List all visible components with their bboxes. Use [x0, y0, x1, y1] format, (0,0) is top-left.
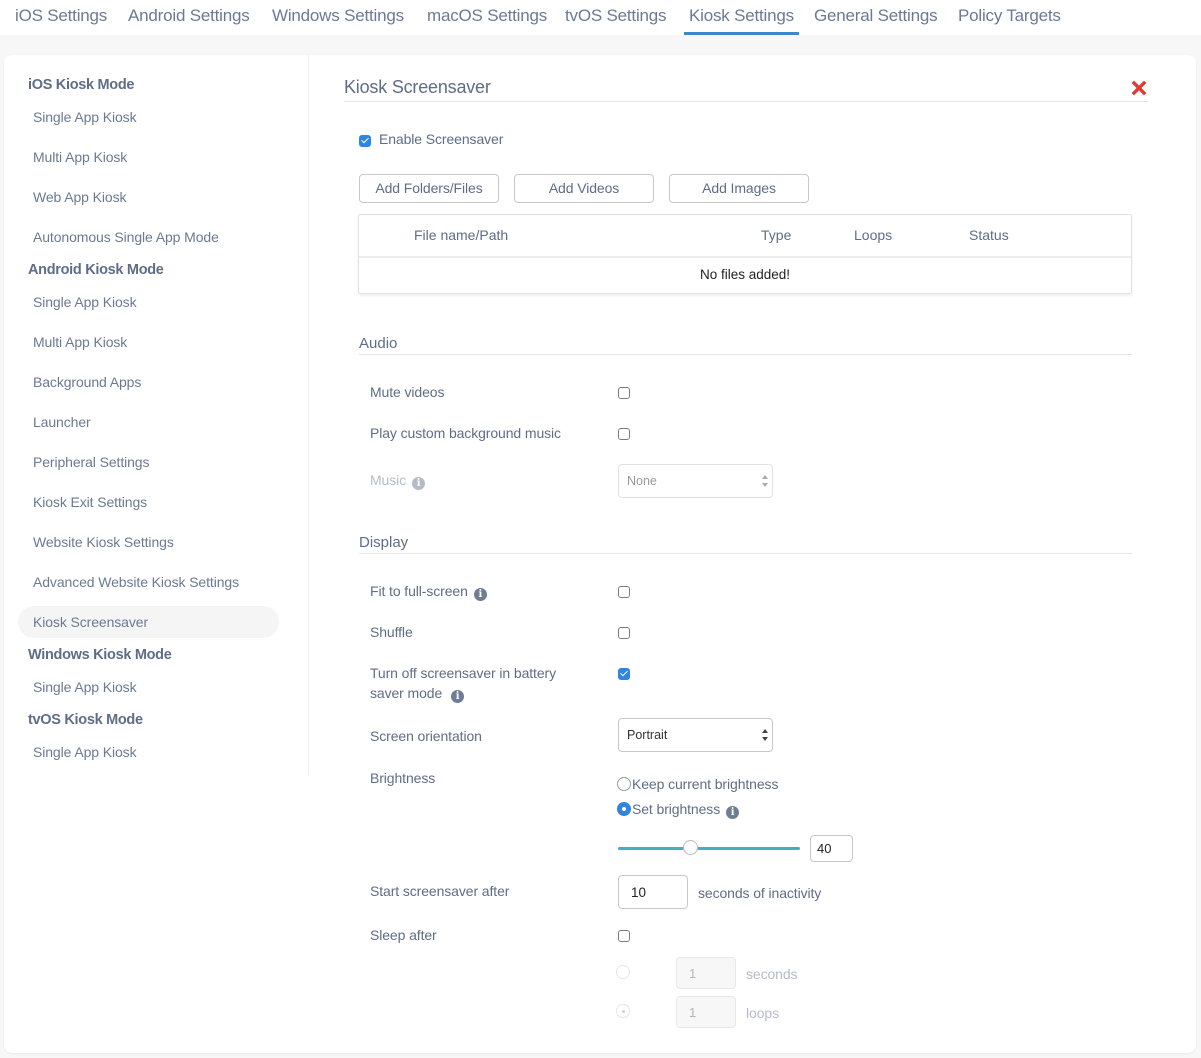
mute-videos-label: Mute videos — [370, 384, 445, 400]
select-arrows-icon — [762, 729, 768, 741]
info-icon[interactable]: i — [726, 806, 740, 819]
info-icon[interactable]: i — [412, 477, 426, 490]
sidebar-item-windows-single-app-kiosk[interactable]: Single App Kiosk — [18, 671, 279, 703]
tab-policy-targets[interactable]: Policy Targets — [958, 6, 1061, 35]
shuffle-label: Shuffle — [370, 624, 413, 640]
sleep-loops-label: loops — [746, 1005, 779, 1021]
brightness-slider-thumb[interactable] — [683, 840, 699, 855]
tab-kiosk-settings[interactable]: Kiosk Settings — [684, 6, 799, 35]
sidebar-item-background-apps[interactable]: Background Apps — [18, 366, 279, 398]
sleep-loops-input[interactable] — [676, 996, 736, 1028]
audio-section-heading: Audio — [359, 335, 398, 352]
display-section-heading: Display — [359, 534, 409, 551]
enable-screensaver-label: Enable Screensaver — [379, 131, 504, 147]
mute-videos-checkbox[interactable] — [618, 387, 630, 399]
start-after-label: Start screensaver after — [370, 883, 510, 899]
screen-orientation-select[interactable]: Portrait — [618, 718, 773, 752]
music-label-text: Music — [370, 472, 407, 488]
tab-general-settings[interactable]: General Settings — [814, 6, 938, 35]
sidebar-heading-tvos: tvOS Kiosk Mode — [28, 712, 143, 728]
sidebar-heading-windows: Windows Kiosk Mode — [28, 647, 172, 663]
info-icon[interactable]: i — [473, 588, 487, 601]
brightness-value-input[interactable] — [810, 835, 853, 862]
sidebar-item-kiosk-screensaver[interactable]: Kiosk Screensaver — [18, 606, 279, 638]
screen-orientation-label: Screen orientation — [370, 728, 482, 744]
sleep-seconds-label: seconds — [746, 966, 798, 982]
add-videos-button[interactable]: Add Videos — [514, 174, 654, 203]
select-arrows-icon — [762, 475, 768, 487]
empty-table-message: No files added! — [699, 267, 791, 282]
page-title: Kiosk Screensaver — [344, 77, 491, 97]
audio-section-divider — [359, 354, 1132, 355]
sidebar-item-launcher[interactable]: Launcher — [18, 406, 279, 438]
music-select-value: None — [627, 474, 657, 488]
sidebar-item-ios-autonomous-single-app[interactable]: Autonomous Single App Mode — [18, 221, 279, 253]
add-folders-files-button[interactable]: Add Folders/Files — [359, 174, 499, 203]
tab-android-settings[interactable]: Android Settings — [128, 6, 250, 35]
sleep-after-label: Sleep after — [370, 927, 437, 943]
sidebar-heading-ios: iOS Kiosk Mode — [28, 77, 135, 93]
sidebar-item-ios-web-app-kiosk[interactable]: Web App Kiosk — [18, 181, 279, 213]
sidebar-item-ios-multi-app-kiosk[interactable]: Multi App Kiosk — [18, 141, 279, 173]
table-header-divider — [359, 256, 1131, 258]
enable-screensaver-checkbox[interactable] — [359, 135, 371, 147]
set-brightness-label: Set brightness i — [632, 801, 740, 819]
fit-fullscreen-label-text: Fit to full-screen — [370, 583, 468, 599]
column-header-file-name[interactable]: File name/Path — [414, 227, 508, 243]
sidebar-item-peripheral-settings[interactable]: Peripheral Settings — [18, 446, 279, 478]
tab-ios-settings[interactable]: iOS Settings — [15, 6, 107, 35]
music-select[interactable]: None — [618, 464, 773, 498]
top-tab-bar: iOS Settings Android Settings Windows Se… — [0, 0, 1201, 35]
start-after-input[interactable] — [618, 875, 688, 909]
keep-brightness-label: Keep current brightness — [632, 776, 779, 792]
files-table: File name/Path Type Loops Status No file… — [358, 214, 1132, 294]
sleep-loops-radio[interactable] — [616, 1004, 630, 1018]
start-after-suffix: seconds of inactivity — [698, 885, 822, 901]
play-music-label: Play custom background music — [370, 425, 561, 441]
keep-brightness-radio[interactable] — [617, 777, 631, 791]
info-icon[interactable]: i — [451, 690, 465, 703]
sleep-seconds-input[interactable] — [676, 957, 736, 989]
settings-card: iOS Kiosk Mode Single App Kiosk Multi Ap… — [4, 55, 1196, 1053]
sidebar-item-android-multi-app-kiosk[interactable]: Multi App Kiosk — [18, 326, 279, 358]
tab-tvos-settings[interactable]: tvOS Settings — [565, 6, 667, 35]
fit-fullscreen-checkbox[interactable] — [618, 586, 630, 598]
battery-saver-label-line1: Turn off screensaver in battery — [370, 665, 556, 681]
sidebar-item-website-kiosk-settings[interactable]: Website Kiosk Settings — [18, 526, 279, 558]
sidebar-heading-android: Android Kiosk Mode — [28, 262, 164, 278]
battery-saver-checkbox[interactable] — [618, 668, 630, 680]
sidebar-item-kiosk-exit-settings[interactable]: Kiosk Exit Settings — [18, 486, 279, 518]
music-label: Music i — [370, 472, 426, 490]
add-images-button[interactable]: Add Images — [669, 174, 809, 203]
brightness-slider-track[interactable] — [618, 847, 800, 850]
sleep-seconds-radio[interactable] — [616, 965, 630, 979]
set-brightness-label-text: Set brightness — [632, 801, 721, 817]
screen-orientation-value: Portrait — [627, 728, 668, 742]
sidebar: iOS Kiosk Mode Single App Kiosk Multi Ap… — [4, 55, 309, 775]
brightness-label: Brightness — [370, 770, 436, 786]
shuffle-checkbox[interactable] — [618, 627, 630, 639]
sidebar-item-tvos-single-app-kiosk[interactable]: Single App Kiosk — [18, 736, 279, 768]
sidebar-item-ios-single-app-kiosk[interactable]: Single App Kiosk — [18, 101, 279, 133]
battery-saver-label-line2: saver mode i — [370, 685, 465, 703]
play-music-checkbox[interactable] — [618, 428, 630, 440]
sidebar-item-android-single-app-kiosk[interactable]: Single App Kiosk — [18, 286, 279, 318]
column-header-status[interactable]: Status — [969, 227, 1009, 243]
set-brightness-radio[interactable] — [617, 802, 631, 816]
display-section-divider — [359, 553, 1132, 554]
tab-macos-settings[interactable]: macOS Settings — [427, 6, 547, 35]
fit-fullscreen-label: Fit to full-screen i — [370, 583, 487, 601]
battery-saver-label-text: saver mode — [370, 685, 443, 701]
sleep-after-checkbox[interactable] — [618, 930, 630, 942]
column-header-loops[interactable]: Loops — [854, 227, 892, 243]
close-x-icon[interactable] — [1131, 80, 1147, 96]
tab-windows-settings[interactable]: Windows Settings — [272, 6, 404, 35]
column-header-type[interactable]: Type — [761, 227, 791, 243]
title-divider — [344, 101, 1148, 102]
sidebar-item-advanced-website-kiosk-settings[interactable]: Advanced Website Kiosk Settings — [18, 566, 279, 598]
